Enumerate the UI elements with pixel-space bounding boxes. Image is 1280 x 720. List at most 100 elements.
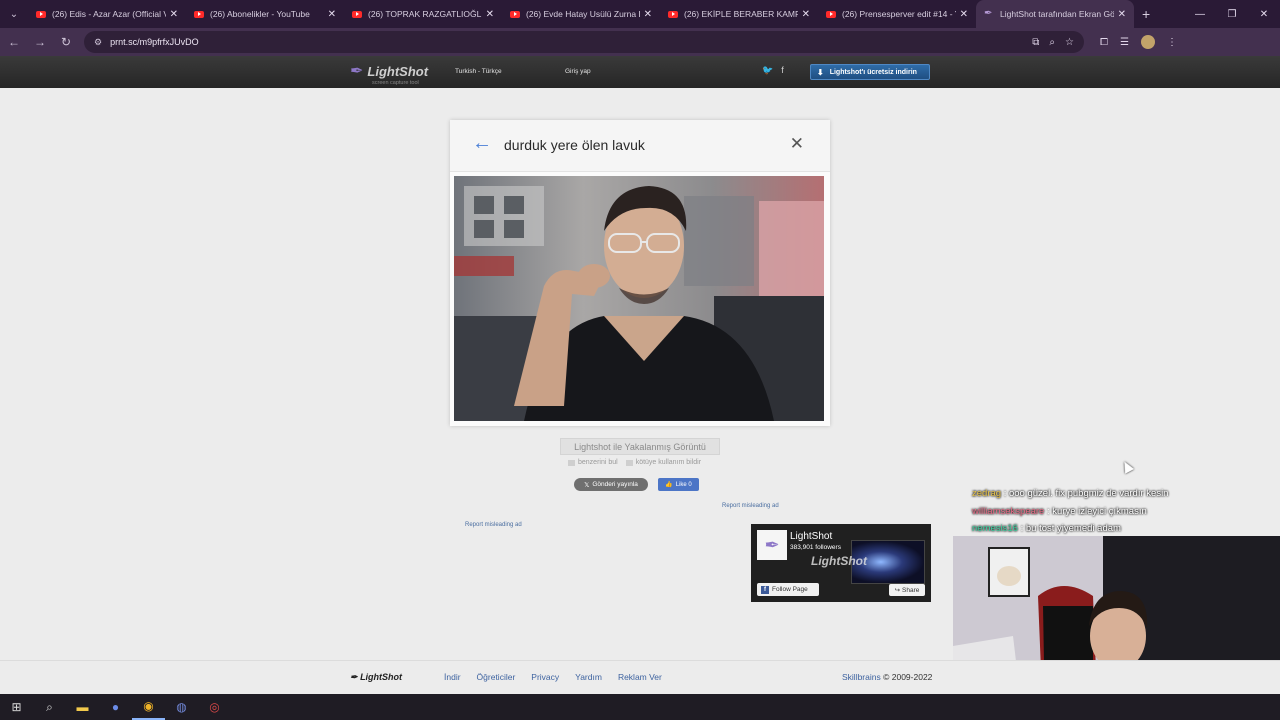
- restore-icon[interactable]: ❐: [1216, 0, 1248, 28]
- facebook-icon[interactable]: f: [781, 65, 784, 76]
- footer-link-help[interactable]: Yardım: [575, 672, 602, 682]
- login-link[interactable]: Giriş yap: [565, 68, 591, 75]
- search-query-text[interactable]: durduk yere ölen lavuk: [504, 137, 645, 153]
- new-tab-icon[interactable]: +: [1142, 6, 1150, 22]
- twitter-icon[interactable]: 🐦: [762, 65, 773, 76]
- address-toolbar: ← → ↻ ⚙ prnt.sc/m9pfrfxJUvDO ⧉ ⌕ ☆ ⧠ ☰ ⋮: [0, 28, 1280, 56]
- youtube-icon: [194, 10, 204, 18]
- search-back-arrow-icon[interactable]: ←: [472, 132, 492, 155]
- search-close-icon[interactable]: ✕: [790, 134, 804, 154]
- download-icon: ⬇: [817, 67, 824, 77]
- chat-text: kurye izleyici çıkmasın: [1052, 505, 1147, 517]
- footer-link-advertise[interactable]: Reklam Ver: [618, 672, 662, 682]
- discord-icon[interactable]: ◍: [165, 694, 198, 720]
- tab-search-chevron-icon[interactable]: ⌄: [0, 0, 28, 28]
- close-tab-icon[interactable]: ✕: [486, 9, 494, 20]
- close-tab-icon[interactable]: ✕: [1118, 9, 1126, 20]
- chat-message: williamsekspeare : kurye izleyici çıkmas…: [972, 505, 1147, 517]
- close-tab-icon[interactable]: ✕: [328, 9, 336, 20]
- browser-tab[interactable]: (26) Prensesperver edit #14 - Y ✕: [818, 0, 976, 28]
- flag-icon: [625, 459, 633, 466]
- fb-page-name[interactable]: LightShot: [790, 531, 832, 542]
- image-caption: Lightshot ile Yakalanmış Görüntü: [560, 438, 720, 455]
- install-app-icon[interactable]: ⧉: [1032, 37, 1039, 48]
- app-icon[interactable]: ●: [99, 694, 132, 720]
- photo-man-thinking: [454, 176, 824, 421]
- file-explorer-icon[interactable]: ▬: [66, 694, 99, 720]
- close-tab-icon[interactable]: ✕: [170, 9, 178, 20]
- tweet-button[interactable]: 𝕏 Gönderi yayınla: [574, 478, 648, 491]
- feather-icon: ✒: [350, 63, 364, 80]
- share-icon: ↪: [894, 587, 901, 594]
- tab-title: (26) EKİPLE BERABER KAMP YA: [684, 9, 798, 19]
- footer-link-tutorials[interactable]: Öğreticiler: [477, 672, 516, 682]
- lightshot-page-avatar[interactable]: ✒: [757, 530, 787, 560]
- minimize-icon[interactable]: —: [1184, 0, 1216, 28]
- reload-icon[interactable]: ↻: [54, 30, 78, 54]
- chrome-icon[interactable]: ◉: [132, 694, 165, 720]
- screenshot-photo[interactable]: [454, 176, 824, 421]
- camera-icon: [568, 459, 575, 466]
- search-icon[interactable]: ⌕: [33, 694, 66, 720]
- language-selector[interactable]: Turkish - Türkçe: [455, 68, 502, 75]
- profile-avatar[interactable]: [1140, 35, 1155, 49]
- chat-text: bu tost yiyemedi adam: [1025, 523, 1121, 534]
- close-tab-icon[interactable]: ✕: [960, 9, 968, 20]
- skillbrains-link[interactable]: Skillbrains: [842, 672, 881, 682]
- fb-follow-button[interactable]: f Follow Page: [757, 583, 819, 596]
- find-similar-link[interactable]: benzerini bul: [568, 459, 618, 466]
- feather-icon: ✒: [350, 672, 358, 682]
- browser-tab-strip: ⌄ (26) Edis - Azar Azar (Official Vi ✕ (2…: [0, 0, 1280, 28]
- report-abuse-link[interactable]: kötüye kullanım bildir: [625, 459, 701, 466]
- youtube-icon: [668, 10, 678, 18]
- extensions-icon[interactable]: ⧠: [1100, 37, 1108, 48]
- site-info-icon[interactable]: ⚙: [94, 37, 102, 48]
- fb-share-button[interactable]: ↪ Share: [889, 584, 925, 596]
- windows-taskbar: ⊞ ⌕ ▬ ● ◉ ◍ ◎: [0, 694, 1280, 720]
- fb-followers: 383,901 followers: [790, 544, 841, 551]
- window-close-icon[interactable]: ✕: [1248, 0, 1280, 28]
- facebook-like-button[interactable]: 👍 Like 0: [658, 478, 699, 491]
- download-button[interactable]: ⬇ Lightshot'ı ücretsiz indirin: [810, 64, 930, 80]
- media-controls-icon[interactable]: ☰: [1120, 37, 1129, 48]
- lightshot-header: ✒ LightShot screen capture tool Turkish …: [0, 56, 1280, 88]
- tab-title: LightShot tarafından Ekran Gör: [1000, 9, 1114, 19]
- youtube-icon: [36, 10, 46, 18]
- report-ad-link-right[interactable]: Report misleading ad: [722, 503, 779, 509]
- back-icon[interactable]: ←: [2, 30, 26, 54]
- browser-tab[interactable]: (26) TOPRAK RAZGATLIOĞLU P ✕: [344, 0, 502, 28]
- mouse-cursor: [1120, 459, 1134, 474]
- url-text: prnt.sc/m9pfrfxJUvDO: [110, 37, 199, 47]
- windows-start-icon[interactable]: ⊞: [0, 694, 33, 720]
- logo-tagline: screen capture tool: [372, 80, 419, 86]
- footer-logo[interactable]: ✒ LightShot: [350, 672, 402, 683]
- footer-link-download[interactable]: İndir: [444, 672, 461, 682]
- browser-tab-active[interactable]: ✒ LightShot tarafından Ekran Gör ✕: [976, 0, 1134, 28]
- footer-link-privacy[interactable]: Privacy: [531, 672, 559, 682]
- lightshot-logo[interactable]: ✒ LightShot screen capture tool: [350, 61, 428, 86]
- browser-menu-icon[interactable]: ⋮: [1167, 37, 1177, 48]
- obs-icon[interactable]: ◎: [198, 694, 231, 720]
- browser-tab[interactable]: (26) EKİPLE BERABER KAMP YA ✕: [660, 0, 818, 28]
- forward-icon[interactable]: →: [28, 30, 52, 54]
- tab-title: (26) Evde Hatay Usülü Zurna E: [526, 9, 640, 19]
- footer-copyright: Skillbrains © 2009-2022: [842, 672, 933, 682]
- tab-title: (26) Abonelikler - YouTube: [210, 9, 310, 19]
- browser-tab[interactable]: (26) Edis - Azar Azar (Official Vi ✕: [28, 0, 186, 28]
- close-tab-icon[interactable]: ✕: [644, 9, 652, 20]
- bookmark-star-icon[interactable]: ☆: [1065, 37, 1074, 48]
- chat-message: nemesis16 : bu tost yiyemedi adam: [972, 523, 1121, 534]
- tab-title: (26) Prensesperver edit #14 - Y: [842, 9, 956, 19]
- search-bar: ← durduk yere ölen lavuk ✕: [450, 120, 830, 172]
- address-bar[interactable]: ⚙ prnt.sc/m9pfrfxJUvDO ⧉ ⌕ ☆: [84, 31, 1084, 53]
- thumbs-up-icon: 👍: [665, 482, 673, 488]
- zoom-icon[interactable]: ⌕: [1049, 37, 1055, 48]
- report-ad-link-left[interactable]: Report misleading ad: [465, 522, 522, 528]
- browser-tab[interactable]: (26) Abonelikler - YouTube ✕: [186, 0, 344, 28]
- browser-tab[interactable]: (26) Evde Hatay Usülü Zurna E ✕: [502, 0, 660, 28]
- x-logo-icon: 𝕏: [584, 481, 590, 489]
- chat-username: williamsekspeare: [972, 505, 1045, 517]
- facebook-page-widget[interactable]: ✒ LightShot 383,901 followers LightShot …: [751, 524, 931, 602]
- chat-text: ooo güzel. fix pubgmiz de vardır kesin: [1008, 488, 1169, 499]
- close-tab-icon[interactable]: ✕: [802, 9, 810, 20]
